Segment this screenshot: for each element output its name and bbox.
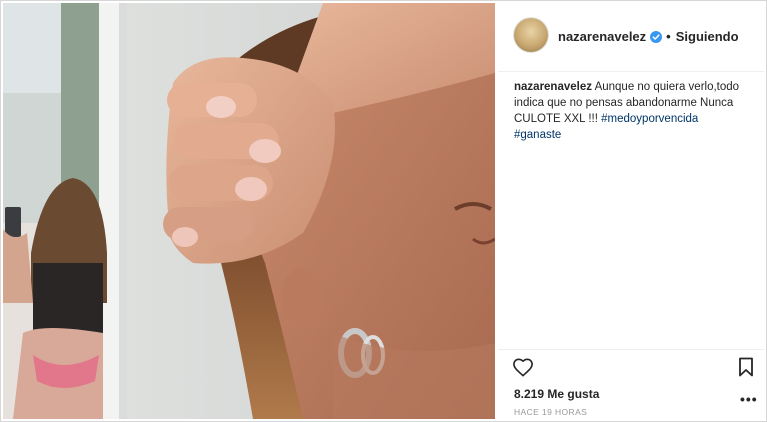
post-caption: nazarenavelez Aunque no quiera verlo,tod… <box>514 79 746 143</box>
post-photo[interactable] <box>3 3 495 419</box>
header-text: nazarenavelez • Siguiendo <box>558 29 739 44</box>
caption-username-link[interactable]: nazarenavelez <box>514 81 592 93</box>
verified-badge-icon <box>650 30 663 43</box>
header-divider <box>498 71 764 72</box>
hashtag-link[interactable]: #medoyporvencida <box>601 113 698 125</box>
bookmark-icon[interactable] <box>738 357 754 377</box>
selfie-image <box>3 3 495 419</box>
post-timestamp: HACE 19 HORAS <box>514 407 588 417</box>
post-side-panel: nazarenavelez • Siguiendo nazarenavelez … <box>498 1 764 421</box>
more-options-icon[interactable]: ••• <box>740 391 758 407</box>
likes-count[interactable]: 8.219 Me gusta <box>514 387 599 401</box>
instagram-post: nazarenavelez • Siguiendo nazarenavelez … <box>0 0 767 422</box>
heart-icon[interactable] <box>512 357 534 377</box>
post-header: nazarenavelez • Siguiendo <box>498 1 764 71</box>
header-separator: • <box>666 29 671 44</box>
following-button[interactable]: Siguiendo <box>676 29 739 44</box>
actions-divider <box>498 349 764 350</box>
avatar[interactable] <box>514 18 548 52</box>
action-bar <box>510 357 754 383</box>
username-link[interactable]: nazarenavelez <box>558 29 646 44</box>
hashtag-link[interactable]: #ganaste <box>514 129 561 141</box>
